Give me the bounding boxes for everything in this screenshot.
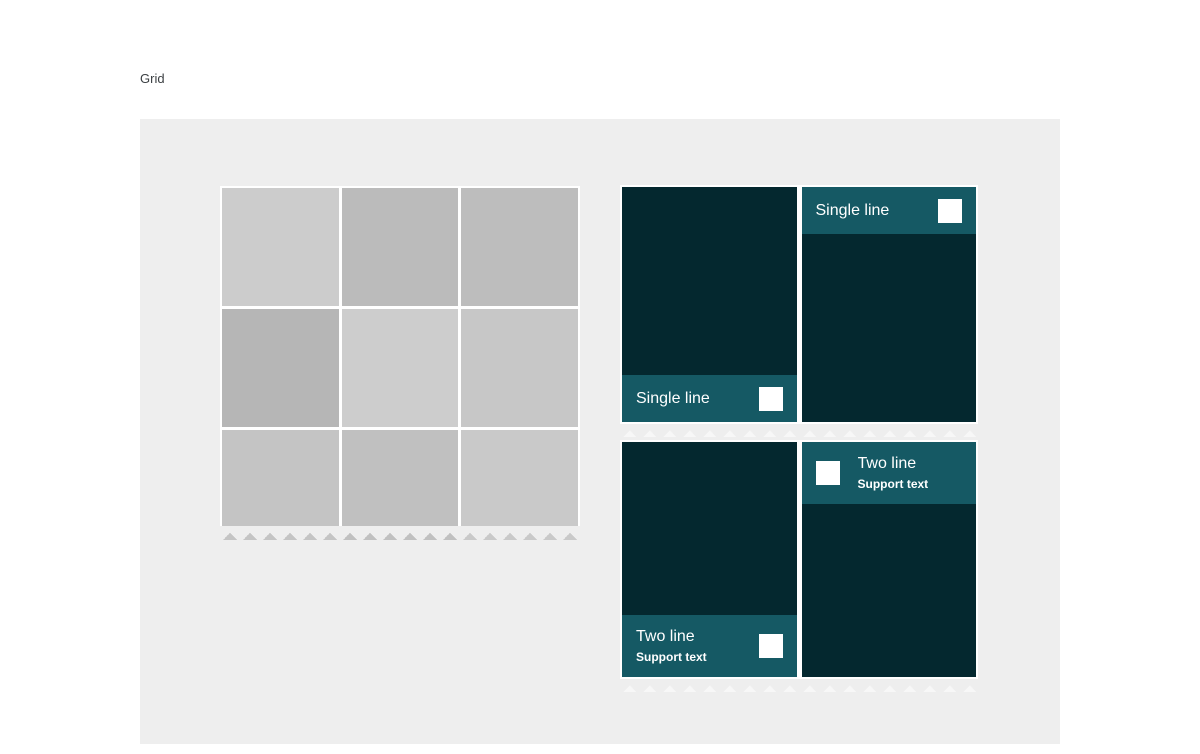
square-placeholder-icon[interactable]	[938, 198, 962, 223]
card-label-texts: Two line Support text	[636, 627, 747, 665]
grid-tile[interactable]	[461, 188, 578, 306]
torn-edge-decoration	[620, 679, 978, 692]
card-label-texts: Single line	[636, 389, 747, 409]
card-label-texts: Two line Support text	[858, 454, 963, 492]
card-title: Two line	[636, 628, 695, 645]
grid-tile[interactable]	[341, 430, 459, 540]
demo-canvas: Single line Single line Two line Support…	[140, 119, 1060, 744]
card-support-text: Support text	[636, 650, 707, 664]
card-label-bar: Two line Support text	[622, 615, 797, 677]
card-two-line-bottom[interactable]: Two line Support text	[622, 442, 797, 677]
grid-tile[interactable]	[461, 430, 578, 540]
card-row: Single line Single line	[622, 187, 976, 422]
card-support-text: Support text	[857, 477, 929, 491]
square-placeholder-icon[interactable]	[758, 386, 783, 411]
card-title: Single line	[636, 389, 710, 407]
grid-tile[interactable]	[222, 188, 339, 306]
card-group-two-line: Two line Support text Two line Support t…	[620, 440, 978, 679]
grid-tile[interactable]	[461, 309, 578, 427]
grid-tile[interactable]	[341, 188, 459, 306]
image-grid-frame	[220, 186, 580, 540]
square-placeholder-icon[interactable]	[815, 461, 840, 485]
card-label-bar: Single line	[622, 375, 797, 422]
image-grid-tiles	[222, 188, 578, 540]
card-label-texts: Single line	[816, 201, 927, 221]
card-row: Two line Support text Two line Support t…	[622, 442, 976, 677]
card-label-bar: Two line Support text	[801, 442, 976, 504]
torn-edge-decoration	[620, 424, 978, 437]
card-two-line-top[interactable]: Two line Support text	[801, 442, 976, 677]
card-group-single-line: Single line Single line	[620, 185, 978, 424]
card-title: Two line	[857, 455, 917, 472]
card-label-bar: Single line	[801, 187, 976, 234]
image-grid	[220, 186, 580, 540]
grid-tile[interactable]	[222, 309, 339, 427]
page-root: Grid Single line Single line Two line Su…	[0, 0, 1200, 754]
torn-edge-teeth	[620, 424, 978, 437]
card-title: Single line	[815, 201, 890, 219]
grid-tile[interactable]	[341, 309, 459, 427]
page-title: Grid	[140, 71, 165, 86]
square-placeholder-icon[interactable]	[758, 634, 783, 658]
torn-edge-teeth	[620, 679, 978, 692]
grid-tile[interactable]	[222, 430, 339, 540]
card-single-line-top[interactable]: Single line	[801, 187, 976, 422]
card-single-line-bottom[interactable]: Single line	[622, 187, 797, 422]
